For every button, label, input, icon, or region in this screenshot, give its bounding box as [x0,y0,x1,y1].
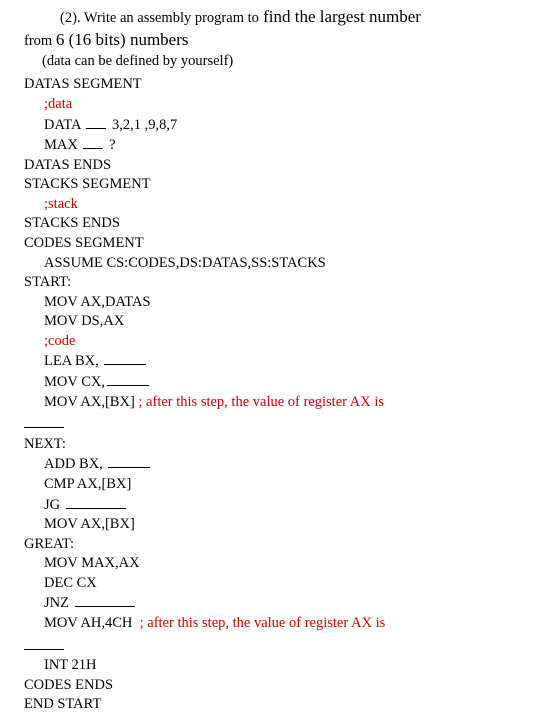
question-line-2: from 6 (16 bits) numbers [24,29,519,52]
code-line: INT 21H [24,656,519,676]
code-line: DATAS ENDS [24,156,519,176]
fill-blank[interactable] [24,414,64,428]
document-page: (2). Write an assembly program to find t… [0,0,543,725]
fill-blank[interactable] [83,135,103,149]
code-line: END START [24,695,519,715]
code-frag: DATA [44,117,84,133]
fill-blank[interactable] [66,495,126,509]
code-frag: ? [105,137,115,153]
question-line2a: from [24,33,56,49]
question-line-1: (2). Write an assembly program to find t… [24,6,519,29]
question-sub: (data can be defined by yourself) [24,52,519,72]
fill-blank[interactable] [24,636,64,650]
code-frag: JG [44,497,64,513]
code-line: START: [24,273,519,293]
code-frag: JNZ [44,595,73,611]
code-line: ASSUME CS:CODES,DS:DATAS,SS:STACKS [24,254,519,274]
code-line: CODES SEGMENT [24,234,519,254]
question-big-1: find the largest number [259,7,421,26]
code-frag: MAX [44,137,81,153]
code-line: NEXT: [24,435,519,455]
code-line: GREAT: [24,535,519,555]
code-frag: MOV AX,[BX] [44,394,138,410]
code-frag: MOV CX, [44,374,105,390]
question-prefix: (2). Write an assembly program to [60,10,259,26]
code-frag: MOV AH,4CH [44,615,140,631]
code-comment: ;stack [24,195,519,215]
fill-blank[interactable] [108,454,150,468]
code-comment: ;code [24,332,519,352]
code-line: MOV AX,DATAS [24,293,519,313]
fill-blank[interactable] [104,351,146,365]
blank-line [24,634,519,657]
code-block: DATAS SEGMENT ;data DATA 3,2,1 ,9,8,7 MA… [24,75,519,714]
code-line: STACKS SEGMENT [24,175,519,195]
code-line: MAX ? [24,135,519,156]
code-comment: ;data [24,95,519,115]
code-line: MOV AH,4CH ; after this step, the value … [24,614,519,634]
code-frag: LEA BX, [44,353,102,369]
code-line: DATA 3,2,1 ,9,8,7 [24,115,519,136]
fill-blank[interactable] [86,115,106,129]
fill-blank[interactable] [107,372,149,386]
code-comment: ; after this step, the value of register… [138,394,384,410]
code-frag: ADD BX, [44,456,106,472]
code-line: MOV AX,[BX] ; after this step, the value… [24,393,519,413]
code-line: MOV AX,[BX] [24,515,519,535]
code-line: MOV MAX,AX [24,554,519,574]
fill-blank[interactable] [75,593,135,607]
code-line: DATAS SEGMENT [24,75,519,95]
code-line: JG [24,495,519,516]
blank-line [24,412,519,435]
code-line: ADD BX, [24,454,519,475]
code-line: MOV CX, [24,372,519,393]
code-line: CODES ENDS [24,676,519,696]
code-line: DEC CX [24,574,519,594]
code-line: JNZ [24,593,519,614]
question-line2b: 6 (16 bits) numbers [56,30,189,49]
code-line: LEA BX, [24,351,519,372]
question-block: (2). Write an assembly program to find t… [24,6,519,71]
code-line: MOV DS,AX [24,312,519,332]
code-line: CMP AX,[BX] [24,475,519,495]
code-frag: 3,2,1 ,9,8,7 [108,117,177,133]
code-line: STACKS ENDS [24,214,519,234]
code-comment: ; after this step, the value of register… [140,615,386,631]
